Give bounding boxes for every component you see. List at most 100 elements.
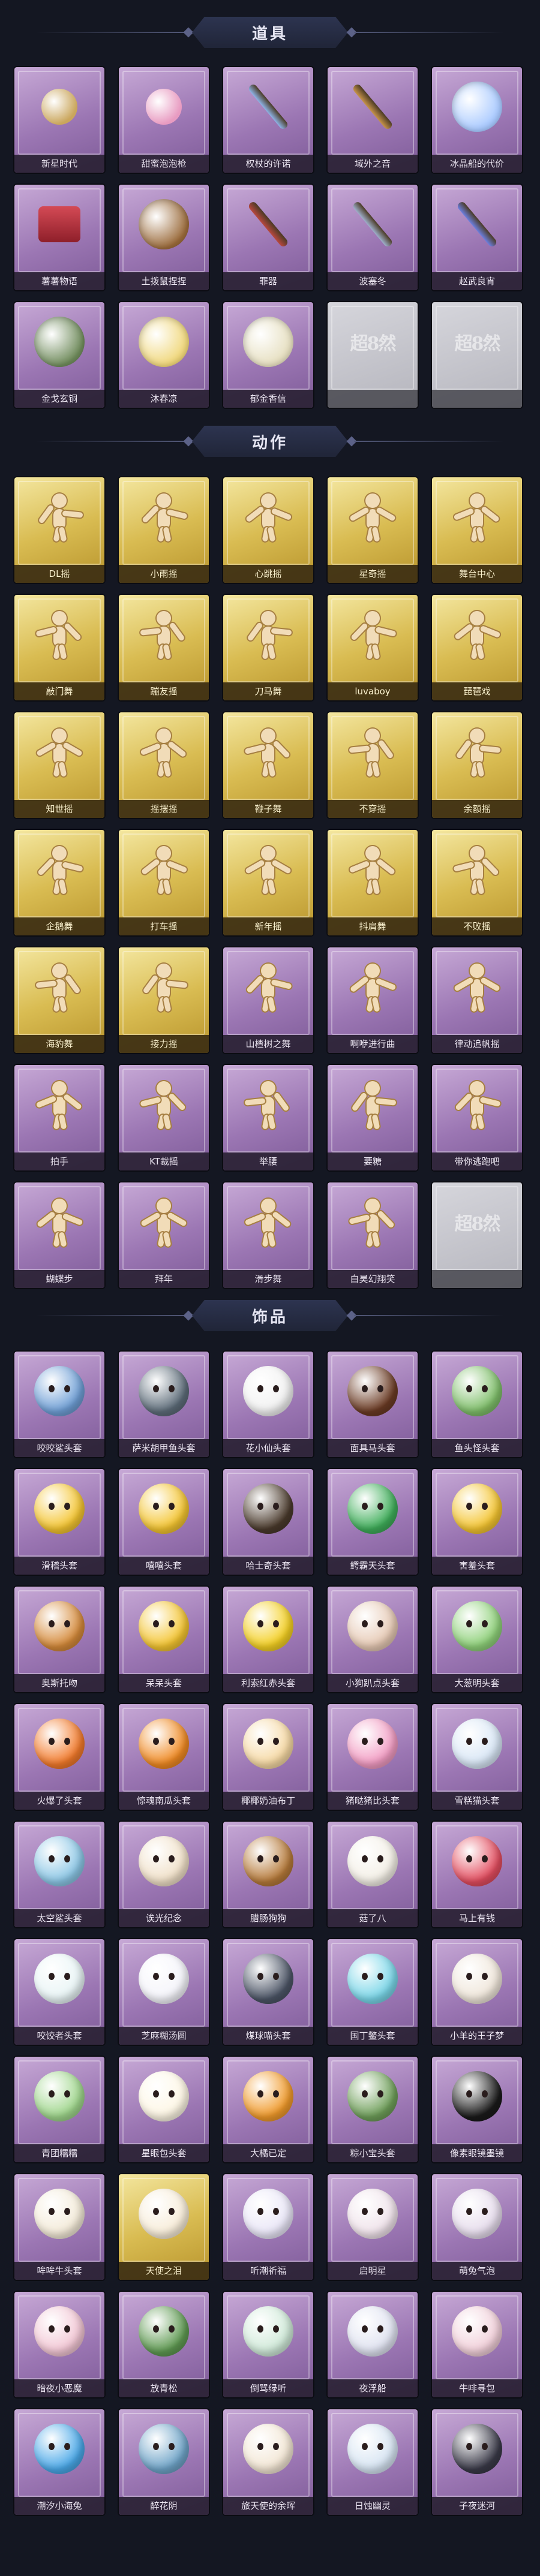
actions-item-card[interactable]: 舞台中心 [432,477,522,583]
headwear-item-card[interactable]: 利索红赤头套 [223,1587,313,1692]
props-item-card[interactable]: 沐春凉 [119,302,209,408]
props-item-card[interactable]: 超8然 [328,302,418,408]
headwear-item-card[interactable]: 惊魂南瓜头套 [119,1704,209,1810]
props-item-card[interactable]: 罪器 [223,185,313,290]
headwear-item-card[interactable]: 太空鲨头套 [14,1822,104,1927]
actions-item-card[interactable]: 摇摆摇 [119,712,209,818]
headwear-item-card[interactable]: 放青松 [119,2292,209,2397]
props-item-card[interactable]: 金戈玄铜 [14,302,104,408]
headwear-item-card[interactable]: 萌兔气泡 [432,2174,522,2280]
actions-item-card[interactable]: DL摇 [14,477,104,583]
headwear-item-card[interactable]: 鳄霸天头套 [328,1469,418,1575]
headwear-item-card[interactable]: 倒骂绿听 [223,2292,313,2397]
headwear-item-card[interactable]: 旅天使的余晖 [223,2409,313,2515]
actions-item-card[interactable]: 蝴蝶步 [14,1182,104,1288]
headwear-item-card[interactable]: 小狗趴点头套 [328,1587,418,1692]
actions-item-card[interactable]: 拜年 [119,1182,209,1288]
actions-item-card[interactable]: KT裁摇 [119,1065,209,1170]
headwear-item-card[interactable]: 菇了八 [328,1822,418,1927]
actions-item-card[interactable]: 接力摇 [119,947,209,1053]
actions-item-card[interactable]: 刀马舞 [223,595,313,700]
actions-item-card[interactable]: 心跳摇 [223,477,313,583]
headwear-item-card[interactable]: 粽小宝头套 [328,2057,418,2162]
actions-item-card[interactable]: 滑步舞 [223,1182,313,1288]
headwear-item-card[interactable]: 夜浮船 [328,2292,418,2397]
headwear-item-card[interactable]: 像素眼镜墨镜 [432,2057,522,2162]
actions-item-card[interactable]: 抖肩舞 [328,830,418,935]
props-item-card[interactable]: 郁金香信 [223,302,313,408]
headwear-item-card[interactable]: 牛啡寻包 [432,2292,522,2397]
actions-item-card[interactable]: luvaboy [328,595,418,700]
headwear-item-card[interactable]: 子夜迷河 [432,2409,522,2515]
actions-item-card[interactable]: 星奇摇 [328,477,418,583]
props-item-card[interactable]: 甜蜜泡泡枪 [119,67,209,173]
props-item-card[interactable]: 赵武良宵 [432,185,522,290]
headwear-item-card[interactable]: 嘻嘻头套 [119,1469,209,1575]
props-item-card[interactable]: 超8然 [432,302,522,408]
actions-item-card[interactable]: 带你逃跑吧 [432,1065,522,1170]
actions-item-card[interactable]: 余额摇 [432,712,522,818]
headwear-item-card[interactable]: 火爆了头套 [14,1704,104,1810]
props-item-card[interactable]: 波塞冬 [328,185,418,290]
actions-item-card[interactable]: 山楂树之舞 [223,947,313,1053]
actions-item-card[interactable]: 要糖 [328,1065,418,1170]
headwear-item-card[interactable]: 雪糕猫头套 [432,1704,522,1810]
headwear-item-card[interactable]: 奥斯托吻 [14,1587,104,1692]
headwear-item-card[interactable]: 马上有钱 [432,1822,522,1927]
actions-item-card[interactable]: 海豹舞 [14,947,104,1053]
headwear-item-card[interactable]: 咬咬鲨头套 [14,1352,104,1457]
actions-item-card[interactable]: 敲门舞 [14,595,104,700]
headwear-item-card[interactable]: 启明星 [328,2174,418,2280]
actions-item-card[interactable]: 啊咿进行曲 [328,947,418,1053]
headwear-item-card[interactable]: 日蚀幽灵 [328,2409,418,2515]
headwear-item-card[interactable]: 星眼包头套 [119,2057,209,2162]
headwear-item-card[interactable]: 萨米胡甲鱼头套 [119,1352,209,1457]
actions-item-card[interactable]: 知世摇 [14,712,104,818]
actions-item-card[interactable]: 不败摇 [432,830,522,935]
headwear-item-card[interactable]: 害羞头套 [432,1469,522,1575]
actions-item-card[interactable]: 白昊幻翔笑 [328,1182,418,1288]
headwear-item-card[interactable]: 青团糯糯 [14,2057,104,2162]
props-item-card[interactable]: 新星时代 [14,67,104,173]
headwear-item-card[interactable]: 芝麻糊汤圆 [119,1939,209,2045]
headwear-item-card[interactable]: 咬饺者头套 [14,1939,104,2045]
headwear-item-card[interactable]: 哞哞牛头套 [14,2174,104,2280]
actions-item-card[interactable]: 拍手 [14,1065,104,1170]
headwear-item-card[interactable]: 小羊的王子梦 [432,1939,522,2045]
headwear-item-card[interactable]: 椰椰奶油布丁 [223,1704,313,1810]
headwear-item-card[interactable]: 暗夜小恶魔 [14,2292,104,2397]
headwear-item-card[interactable]: 大葱明头套 [432,1587,522,1692]
headwear-item-card[interactable]: 腊肠狗狗 [223,1822,313,1927]
headwear-item-card[interactable]: 诶光纪念 [119,1822,209,1927]
headwear-item-card[interactable]: 滑稽头套 [14,1469,104,1575]
headwear-item-card[interactable]: 哈士奇头套 [223,1469,313,1575]
headwear-item-card[interactable]: 煤球喵头套 [223,1939,313,2045]
actions-item-card[interactable]: 不穿摇 [328,712,418,818]
headwear-item-card[interactable]: 听潮祈福 [223,2174,313,2280]
props-item-card[interactable]: 冰晶船的代价 [432,67,522,173]
headwear-item-card[interactable]: 呆呆头套 [119,1587,209,1692]
headwear-item-card[interactable]: 花小仙头套 [223,1352,313,1457]
props-item-card[interactable]: 薯薯物语 [14,185,104,290]
actions-item-card[interactable]: 蹦友摇 [119,595,209,700]
props-item-card[interactable]: 权杖的许诺 [223,67,313,173]
headwear-item-card[interactable]: 猪哒猪比头套 [328,1704,418,1810]
actions-item-card[interactable]: 律动追帆摇 [432,947,522,1053]
actions-item-card[interactable]: 超8然 [432,1182,522,1288]
actions-item-card[interactable]: 打车摇 [119,830,209,935]
headwear-item-card[interactable]: 面具马头套 [328,1352,418,1457]
actions-item-card[interactable]: 企鹅舞 [14,830,104,935]
props-item-card[interactable]: 土拨鼠捏捏 [119,185,209,290]
props-item-card[interactable]: 域外之音 [328,67,418,173]
headwear-item-card[interactable]: 大橘已定 [223,2057,313,2162]
actions-item-card[interactable]: 琵琶戏 [432,595,522,700]
actions-item-card[interactable]: 举腰 [223,1065,313,1170]
headwear-item-card[interactable]: 天使之泪 [119,2174,209,2280]
actions-item-card[interactable]: 小雨摇 [119,477,209,583]
headwear-item-card[interactable]: 国丁鳖头套 [328,1939,418,2045]
actions-item-card[interactable]: 新年摇 [223,830,313,935]
headwear-item-card[interactable]: 醉花阴 [119,2409,209,2515]
headwear-item-card[interactable]: 潮汐小海兔 [14,2409,104,2515]
headwear-item-card[interactable]: 鱼头怪头套 [432,1352,522,1457]
actions-item-card[interactable]: 鞭子舞 [223,712,313,818]
